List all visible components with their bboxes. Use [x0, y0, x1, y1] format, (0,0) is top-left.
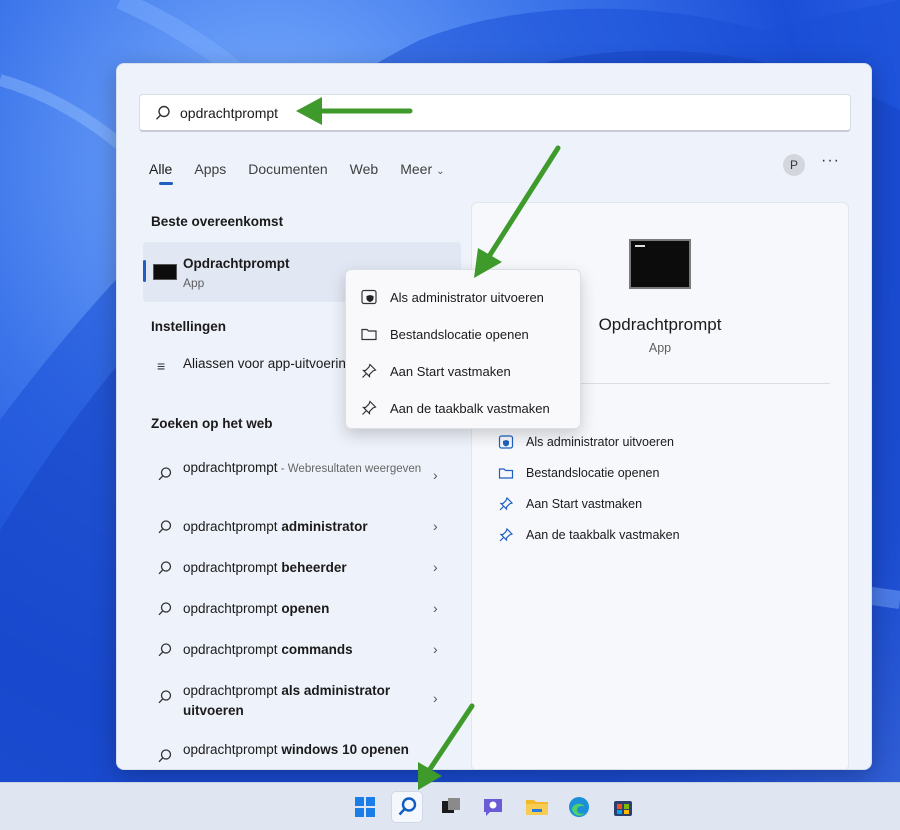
web-result-text: opdrachtprompt	[183, 601, 282, 616]
tab-meer-label: Meer	[400, 161, 433, 177]
filter-tabs: Alle Apps Documenten Web Meer ⌄	[149, 158, 467, 188]
search-icon	[158, 561, 172, 575]
command-prompt-icon	[629, 239, 691, 289]
shield-icon	[361, 289, 377, 305]
edge-browser-icon[interactable]	[564, 792, 594, 822]
action-open-file-location[interactable]: Bestandslocatie openen	[498, 461, 659, 485]
context-pin-to-start[interactable]: Aan Start vastmaken	[346, 356, 580, 386]
search-icon	[158, 690, 172, 704]
action-label: Bestandslocatie openen	[526, 466, 660, 480]
search-input[interactable]: opdrachtprompt	[139, 94, 851, 132]
pin-icon	[362, 400, 377, 415]
chevron-right-icon: ›	[433, 690, 438, 706]
best-match-type: App	[183, 276, 205, 290]
tab-apps[interactable]: Apps	[194, 161, 226, 185]
web-result[interactable]: opdrachtprompt beheerder ›	[143, 548, 463, 589]
search-icon	[158, 602, 172, 616]
avatar[interactable]: P	[783, 154, 805, 176]
chevron-right-icon: ›	[433, 518, 438, 534]
section-best-match: Beste overeenkomst	[151, 214, 284, 229]
teams-chat-icon[interactable]	[478, 792, 508, 822]
action-label: Als administrator uitvoeren	[526, 435, 674, 449]
action-pin-to-start[interactable]: Aan Start vastmaken	[498, 492, 642, 516]
context-item-label: Bestandslocatie openen	[390, 326, 529, 342]
pin-icon	[499, 527, 514, 542]
web-result-bold: windows 10 openen	[281, 742, 409, 757]
tab-alle[interactable]: Alle	[149, 161, 174, 185]
search-icon[interactable]	[392, 792, 422, 822]
context-item-label: Aan de taakbalk vastmaken	[390, 400, 550, 416]
search-icon	[158, 749, 172, 763]
search-icon	[155, 105, 170, 120]
web-result[interactable]: opdrachtprompt als administrator uitvoer…	[143, 671, 463, 730]
web-result-bold: beheerder	[281, 560, 347, 575]
context-item-label: Aan Start vastmaken	[390, 363, 511, 379]
context-menu: Als administrator uitvoeren Bestandsloca…	[345, 269, 581, 429]
more-options-button[interactable]: ···	[821, 152, 840, 170]
context-item-label: Als administrator uitvoeren	[390, 289, 544, 305]
chevron-right-icon: ›	[433, 467, 438, 483]
web-results-list: opdrachtprompt - Webresultaten weergeven…	[143, 448, 463, 769]
web-result-text: opdrachtprompt	[183, 460, 278, 475]
search-icon	[158, 467, 172, 481]
web-result-text: opdrachtprompt	[183, 683, 282, 698]
search-icon	[158, 520, 172, 534]
web-result-text: opdrachtprompt	[183, 519, 282, 534]
folder-icon	[361, 328, 377, 341]
tab-documenten[interactable]: Documenten	[248, 161, 327, 185]
web-result-text: opdrachtprompt	[183, 742, 282, 757]
web-result[interactable]: opdrachtprompt administrator ›	[143, 507, 463, 548]
search-value[interactable]: opdrachtprompt	[180, 105, 278, 121]
web-result-text: opdrachtprompt	[183, 560, 282, 575]
section-web: Zoeken op het web	[151, 416, 273, 431]
task-view-icon[interactable]	[436, 792, 466, 822]
best-match-name: Opdrachtprompt	[183, 256, 290, 271]
pin-icon	[499, 496, 514, 511]
taskbar	[0, 782, 900, 830]
web-result[interactable]: opdrachtprompt windows 10 openen	[143, 730, 463, 769]
microsoft-store-icon[interactable]	[608, 792, 638, 822]
search-icon	[158, 643, 172, 657]
chevron-right-icon: ›	[433, 559, 438, 575]
web-result-hint: - Webresultaten weergeven	[277, 463, 422, 475]
tab-web[interactable]: Web	[350, 161, 379, 185]
web-result-bold: commands	[281, 642, 353, 657]
folder-icon	[498, 468, 514, 479]
chevron-right-icon: ›	[433, 600, 438, 616]
web-result-bold: administrator	[281, 519, 368, 534]
web-result[interactable]: opdrachtprompt commands ›	[143, 630, 463, 671]
web-result[interactable]: opdrachtprompt - Webresultaten weergeven…	[143, 448, 463, 507]
context-pin-to-taskbar[interactable]: Aan de taakbalk vastmaken	[346, 393, 580, 423]
windows-start-icon[interactable]	[350, 792, 380, 822]
file-explorer-icon[interactable]	[522, 792, 552, 822]
shield-icon	[498, 435, 514, 449]
command-prompt-icon	[153, 264, 177, 280]
web-result[interactable]: opdrachtprompt openen ›	[143, 589, 463, 630]
web-result-bold: openen	[281, 601, 330, 616]
tab-meer[interactable]: Meer ⌄	[400, 161, 444, 185]
web-result-text: opdrachtprompt	[183, 642, 282, 657]
pin-icon	[362, 363, 377, 378]
context-open-file-location[interactable]: Bestandslocatie openen	[346, 319, 580, 349]
selection-indicator	[143, 260, 146, 282]
context-run-as-admin[interactable]: Als administrator uitvoeren	[346, 282, 580, 312]
chevron-right-icon: ›	[433, 641, 438, 657]
action-label: Aan Start vastmaken	[526, 497, 643, 511]
action-run-as-admin[interactable]: Als administrator uitvoeren	[498, 430, 674, 454]
list-settings-icon: ≡	[157, 358, 166, 374]
section-settings: Instellingen	[151, 319, 227, 334]
action-label: Aan de taakbalk vastmaken	[526, 528, 680, 542]
action-pin-to-taskbar[interactable]: Aan de taakbalk vastmaken	[498, 523, 680, 547]
chevron-down-icon: ⌄	[436, 166, 445, 177]
